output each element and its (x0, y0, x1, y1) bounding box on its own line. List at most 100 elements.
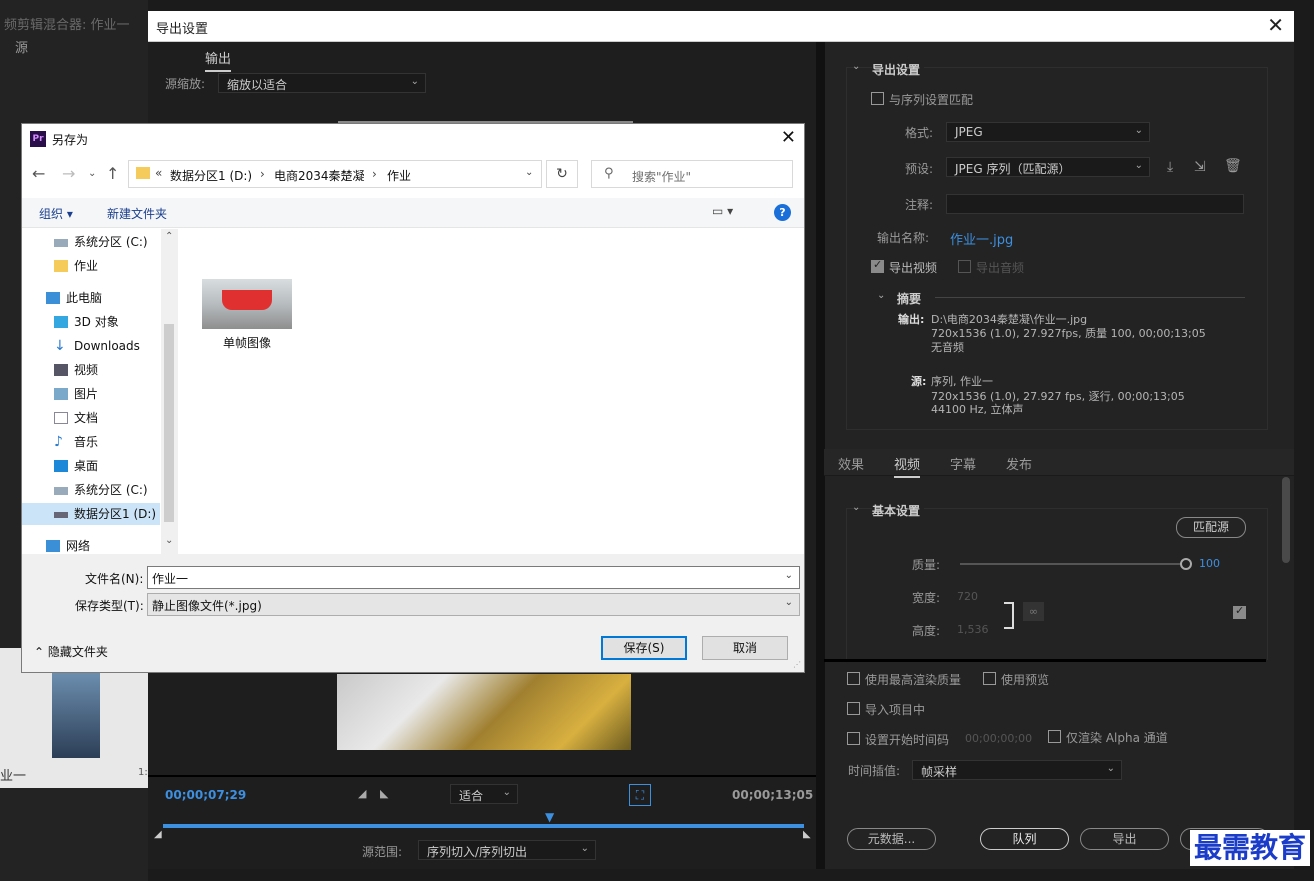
mark-out-icon[interactable]: ◣ (380, 787, 388, 800)
tree-scroll-thumb[interactable] (164, 324, 174, 522)
tree-item-3d-objects[interactable]: 3D 对象 (22, 311, 162, 333)
tree-item-documents[interactable]: 文档 (22, 407, 162, 429)
crop-icon[interactable]: ⛶ (629, 784, 651, 806)
tree-item-desktop[interactable]: 桌面 (22, 455, 162, 477)
export-video-checkbox[interactable] (871, 258, 884, 273)
height-value[interactable]: 1,536 (957, 623, 989, 636)
download-icon: ↓ (54, 338, 66, 354)
source-scale-select[interactable]: 缩放以适合 ⌄ (218, 73, 426, 93)
breadcrumb-current[interactable]: 作业 (387, 167, 411, 184)
chevron-down-icon[interactable]: ⌄ (852, 61, 860, 72)
cancel-button[interactable]: 取消 (702, 636, 788, 660)
tab-publish[interactable]: 发布 (1006, 454, 1032, 473)
summary-output-specs: 720x1536 (1.0), 27.927fps, 质量 100, 00;00… (931, 327, 1206, 340)
tree-item-system-c[interactable]: 系统分区 (C:) (22, 231, 162, 253)
export-button[interactable]: 导出 (1080, 828, 1169, 850)
comment-label: 注释: (905, 198, 934, 212)
chevron-down-icon[interactable]: ⌄ (852, 502, 860, 513)
tab-captions[interactable]: 字幕 (950, 454, 976, 473)
tree-item-network[interactable]: 网络 (22, 535, 162, 554)
hide-folders-toggle[interactable]: ⌃ 隐藏文件夹 (34, 643, 108, 660)
export-audio-checkbox[interactable] (958, 260, 971, 273)
alpha-only-checkbox[interactable] (1048, 730, 1061, 743)
breadcrumb-drive[interactable]: 数据分区1 (D:) (170, 167, 252, 184)
match-sequence-checkbox[interactable] (871, 92, 884, 105)
search-input[interactable]: ⚲ 搜索"作业" (591, 160, 793, 188)
start-timecode-value[interactable]: 00;00;00;00 (965, 732, 1032, 745)
chevron-up-icon[interactable]: ⌃ (165, 231, 173, 242)
in-point-icon[interactable]: ◢ (154, 829, 162, 840)
out-point-icon[interactable]: ◣ (803, 829, 811, 840)
folder-icon (54, 260, 68, 272)
source-range-select[interactable]: 序列切入/序列切出 ⌄ (418, 840, 596, 860)
import-project-checkbox[interactable] (847, 702, 860, 715)
dimension-checkbox[interactable] (1233, 604, 1246, 619)
sequence-thumbnail[interactable] (52, 672, 100, 758)
view-options-icon[interactable]: ▭ ▾ (712, 204, 733, 218)
comment-input[interactable] (946, 194, 1244, 214)
format-select[interactable]: JPEG ⌄ (946, 122, 1150, 142)
breadcrumb-separator-icon[interactable]: › (372, 167, 377, 181)
width-value[interactable]: 720 (957, 590, 978, 603)
tab-source[interactable]: 源 (15, 37, 28, 56)
forward-icon[interactable]: → (62, 164, 75, 183)
back-icon[interactable]: ← (32, 164, 45, 183)
playhead-icon[interactable]: ▼ (545, 810, 554, 824)
tree-item-music[interactable]: ♪ 音乐 (22, 431, 162, 453)
quality-slider-knob[interactable] (1180, 558, 1192, 570)
mark-in-icon[interactable]: ◢ (358, 787, 366, 800)
start-timecode-checkbox[interactable] (847, 732, 860, 745)
breadcrumb-separator-icon[interactable]: › (260, 167, 265, 181)
output-name-link[interactable]: 作业一.jpg (950, 229, 1013, 248)
time-interp-select[interactable]: 帧采样 ⌄ (912, 760, 1122, 780)
metadata-button[interactable]: 元数据... (847, 828, 936, 850)
tree-item-homework[interactable]: 作业 (22, 255, 162, 277)
close-icon[interactable]: ✕ (781, 127, 796, 148)
tree-item-videos[interactable]: 视频 (22, 359, 162, 381)
settings-scrollbar[interactable] (1282, 477, 1290, 563)
organize-button[interactable]: 组织 ▾ (39, 205, 73, 222)
link-icon[interactable]: ∞ (1023, 602, 1044, 621)
chevron-down-icon[interactable]: ⌄ (525, 167, 533, 178)
tree-item-data-d[interactable]: 数据分区1 (D:) (22, 503, 160, 525)
resize-grip-icon[interactable]: ⋰ (793, 660, 801, 669)
preset-select[interactable]: JPEG 序列（匹配源） ⌄ (946, 157, 1150, 177)
close-icon[interactable]: ✕ (1267, 15, 1284, 35)
export-dialog-title: 导出设置 (156, 22, 209, 37)
fit-select[interactable]: 适合 ⌄ (450, 784, 518, 804)
help-icon[interactable]: ? (774, 204, 791, 221)
quality-value[interactable]: 100 (1199, 557, 1220, 570)
recent-chevron-icon[interactable]: ⌄ (88, 168, 96, 179)
chevron-down-icon[interactable]: ⌄ (785, 570, 793, 581)
tab-output[interactable]: 输出 (205, 48, 232, 72)
address-bar[interactable]: « 数据分区1 (D:) › 电商2034秦楚凝 › 作业 ⌄ (128, 160, 542, 188)
overflow-chevron-icon[interactable]: « (155, 166, 162, 180)
save-preset-icon[interactable]: ⤓ (1167, 159, 1173, 175)
tree-item-pictures[interactable]: 图片 (22, 383, 162, 405)
chevron-down-icon[interactable]: ⌄ (165, 535, 173, 546)
match-source-button[interactable]: 匹配源 (1176, 517, 1246, 538)
chevron-down-icon[interactable]: ⌄ (877, 290, 885, 301)
scrub-track[interactable] (163, 824, 804, 828)
file-name-label[interactable]: 单帧图像 (223, 334, 271, 351)
tree-item-system-c-2[interactable]: 系统分区 (C:) (22, 479, 162, 501)
queue-button[interactable]: 队列 (980, 828, 1069, 850)
use-preview-checkbox[interactable] (983, 672, 996, 685)
save-button[interactable]: 保存(S) (601, 636, 687, 660)
refresh-icon[interactable]: ↻ (546, 160, 578, 188)
quality-slider-track[interactable] (960, 563, 1186, 565)
up-icon[interactable]: ↑ (106, 164, 119, 183)
filetype-select[interactable]: 静止图像文件(*.jpg) ⌄ (147, 593, 800, 616)
import-preset-icon[interactable]: ⇲ (1194, 159, 1206, 175)
tree-item-downloads[interactable]: ↓ Downloads (22, 335, 162, 357)
timecode-current[interactable]: 00;00;07;29 (165, 788, 246, 802)
breadcrumb-parent[interactable]: 电商2034秦楚凝 (274, 167, 365, 184)
tree-item-this-pc[interactable]: 此电脑 (22, 287, 162, 309)
document-icon (54, 412, 68, 424)
new-folder-button[interactable]: 新建文件夹 (107, 205, 167, 222)
tab-video[interactable]: 视频 (894, 454, 921, 478)
max-render-checkbox[interactable] (847, 672, 860, 685)
filename-input[interactable]: 作业一 ⌄ (147, 566, 800, 589)
tab-effects[interactable]: 效果 (838, 454, 864, 473)
trash-icon[interactable]: 🗑 (1224, 158, 1242, 174)
